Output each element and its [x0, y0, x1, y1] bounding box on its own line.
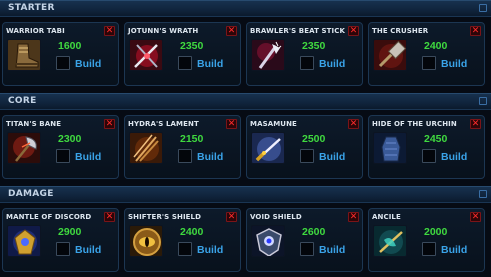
crossed-blades-icon — [129, 39, 163, 71]
item-name: TITAN'S BANE — [6, 120, 62, 128]
section-header-damage: DAMAGE — [0, 186, 491, 203]
item-price: 2500 — [302, 133, 326, 145]
item-card-void-shield[interactable]: VOID SHIELD ✕ 2600 Build — [246, 208, 363, 272]
item-name: JOTUNN'S WRATH — [128, 27, 199, 35]
section-header-core: CORE — [0, 93, 491, 110]
item-price: 2300 — [58, 133, 82, 145]
item-name: MANTLE OF DISCORD — [6, 213, 92, 221]
item-name: MASAMUNE — [250, 120, 297, 128]
boot-icon — [7, 39, 41, 71]
build-label[interactable]: Build — [441, 58, 467, 70]
mantle-icon — [7, 225, 41, 257]
build-checkbox[interactable] — [56, 149, 70, 163]
item-name: SHIFTER'S SHIELD — [128, 213, 202, 221]
axe-icon — [7, 132, 41, 164]
item-price: 2000 — [424, 226, 448, 238]
build-checkbox[interactable] — [422, 149, 436, 163]
item-card-warrior-tabi[interactable]: WARRIOR TABI ✕ 1600 Build — [2, 22, 119, 86]
item-card-shifters-shield[interactable]: SHIFTER'S SHIELD ✕ 2400 Build — [124, 208, 241, 272]
hammer-icon — [373, 39, 407, 71]
build-checkbox[interactable] — [56, 242, 70, 256]
build-label[interactable]: Build — [197, 58, 223, 70]
item-price: 2600 — [302, 226, 326, 238]
item-card-masamune[interactable]: MASAMUNE ✕ 2500 Build — [246, 115, 363, 179]
build-label[interactable]: Build — [441, 244, 467, 256]
build-label[interactable]: Build — [75, 58, 101, 70]
item-card-hide-of-the-urchin[interactable]: HIDE OF THE URCHIN ✕ 2450 Build — [368, 115, 485, 179]
item-card-brawlers-beat-stick[interactable]: BRAWLER'S BEAT STICK ✕ 2350 Build — [246, 22, 363, 86]
build-checkbox[interactable] — [178, 242, 192, 256]
build-checkbox[interactable] — [300, 56, 314, 70]
spiked-club-icon — [251, 39, 285, 71]
item-name: HIDE OF THE URCHIN — [372, 120, 457, 128]
build-checkbox[interactable] — [422, 56, 436, 70]
hide-armor-icon — [373, 132, 407, 164]
build-checkbox[interactable] — [300, 242, 314, 256]
remove-item-button[interactable]: ✕ — [348, 26, 359, 36]
section-title: DAMAGE — [8, 189, 54, 199]
build-label[interactable]: Build — [319, 244, 345, 256]
section-title: STARTER — [8, 3, 55, 13]
item-card-the-crusher[interactable]: THE CRUSHER ✕ 2400 Build — [368, 22, 485, 86]
collapse-toggle[interactable] — [479, 4, 487, 12]
remove-item-button[interactable]: ✕ — [470, 212, 481, 222]
item-price: 2350 — [302, 40, 326, 52]
item-price: 2450 — [424, 133, 448, 145]
collapse-toggle[interactable] — [479, 190, 487, 198]
trident-icon — [129, 132, 163, 164]
void-shield-icon — [251, 225, 285, 257]
remove-item-button[interactable]: ✕ — [226, 26, 237, 36]
remove-item-button[interactable]: ✕ — [104, 212, 115, 222]
item-name: HYDRA'S LAMENT — [128, 120, 199, 128]
remove-item-button[interactable]: ✕ — [348, 119, 359, 129]
item-name: VOID SHIELD — [250, 213, 302, 221]
item-card-hydras-lament[interactable]: HYDRA'S LAMENT ✕ 2150 Build — [124, 115, 241, 179]
winged-spear-icon — [373, 225, 407, 257]
item-name: WARRIOR TABI — [6, 27, 65, 35]
build-label[interactable]: Build — [75, 244, 101, 256]
remove-item-button[interactable]: ✕ — [226, 119, 237, 129]
build-checkbox[interactable] — [300, 149, 314, 163]
item-price: 1600 — [58, 40, 82, 52]
item-card-jotunns-wrath[interactable]: JOTUNN'S WRATH ✕ 2350 Build — [124, 22, 241, 86]
katana-icon — [251, 132, 285, 164]
remove-item-button[interactable]: ✕ — [226, 212, 237, 222]
item-price: 2400 — [424, 40, 448, 52]
remove-item-button[interactable]: ✕ — [104, 26, 115, 36]
build-label[interactable]: Build — [197, 244, 223, 256]
build-label[interactable]: Build — [441, 151, 467, 163]
build-label[interactable]: Build — [319, 151, 345, 163]
build-checkbox[interactable] — [178, 149, 192, 163]
build-checkbox[interactable] — [178, 56, 192, 70]
item-price: 2400 — [180, 226, 204, 238]
build-label[interactable]: Build — [197, 151, 223, 163]
item-name: ANCILE — [372, 213, 401, 221]
remove-item-button[interactable]: ✕ — [348, 212, 359, 222]
build-checkbox[interactable] — [422, 242, 436, 256]
build-label[interactable]: Build — [75, 151, 101, 163]
item-price: 2350 — [180, 40, 204, 52]
build-checkbox[interactable] — [56, 56, 70, 70]
collapse-toggle[interactable] — [479, 97, 487, 105]
build-label[interactable]: Build — [319, 58, 345, 70]
item-card-ancile[interactable]: ANCILE ✕ 2000 Build — [368, 208, 485, 272]
item-price: 2150 — [180, 133, 204, 145]
item-card-titans-bane[interactable]: TITAN'S BANE ✕ 2300 Build — [2, 115, 119, 179]
item-card-mantle-of-discord[interactable]: MANTLE OF DISCORD ✕ 2900 Build — [2, 208, 119, 272]
section-title: CORE — [8, 96, 37, 106]
section-header-starter: STARTER — [0, 0, 491, 17]
remove-item-button[interactable]: ✕ — [470, 26, 481, 36]
item-price: 2900 — [58, 226, 82, 238]
item-name: THE CRUSHER — [372, 27, 429, 35]
remove-item-button[interactable]: ✕ — [470, 119, 481, 129]
item-name: BRAWLER'S BEAT STICK — [250, 27, 345, 35]
remove-item-button[interactable]: ✕ — [104, 119, 115, 129]
eye-shield-icon — [129, 225, 163, 257]
